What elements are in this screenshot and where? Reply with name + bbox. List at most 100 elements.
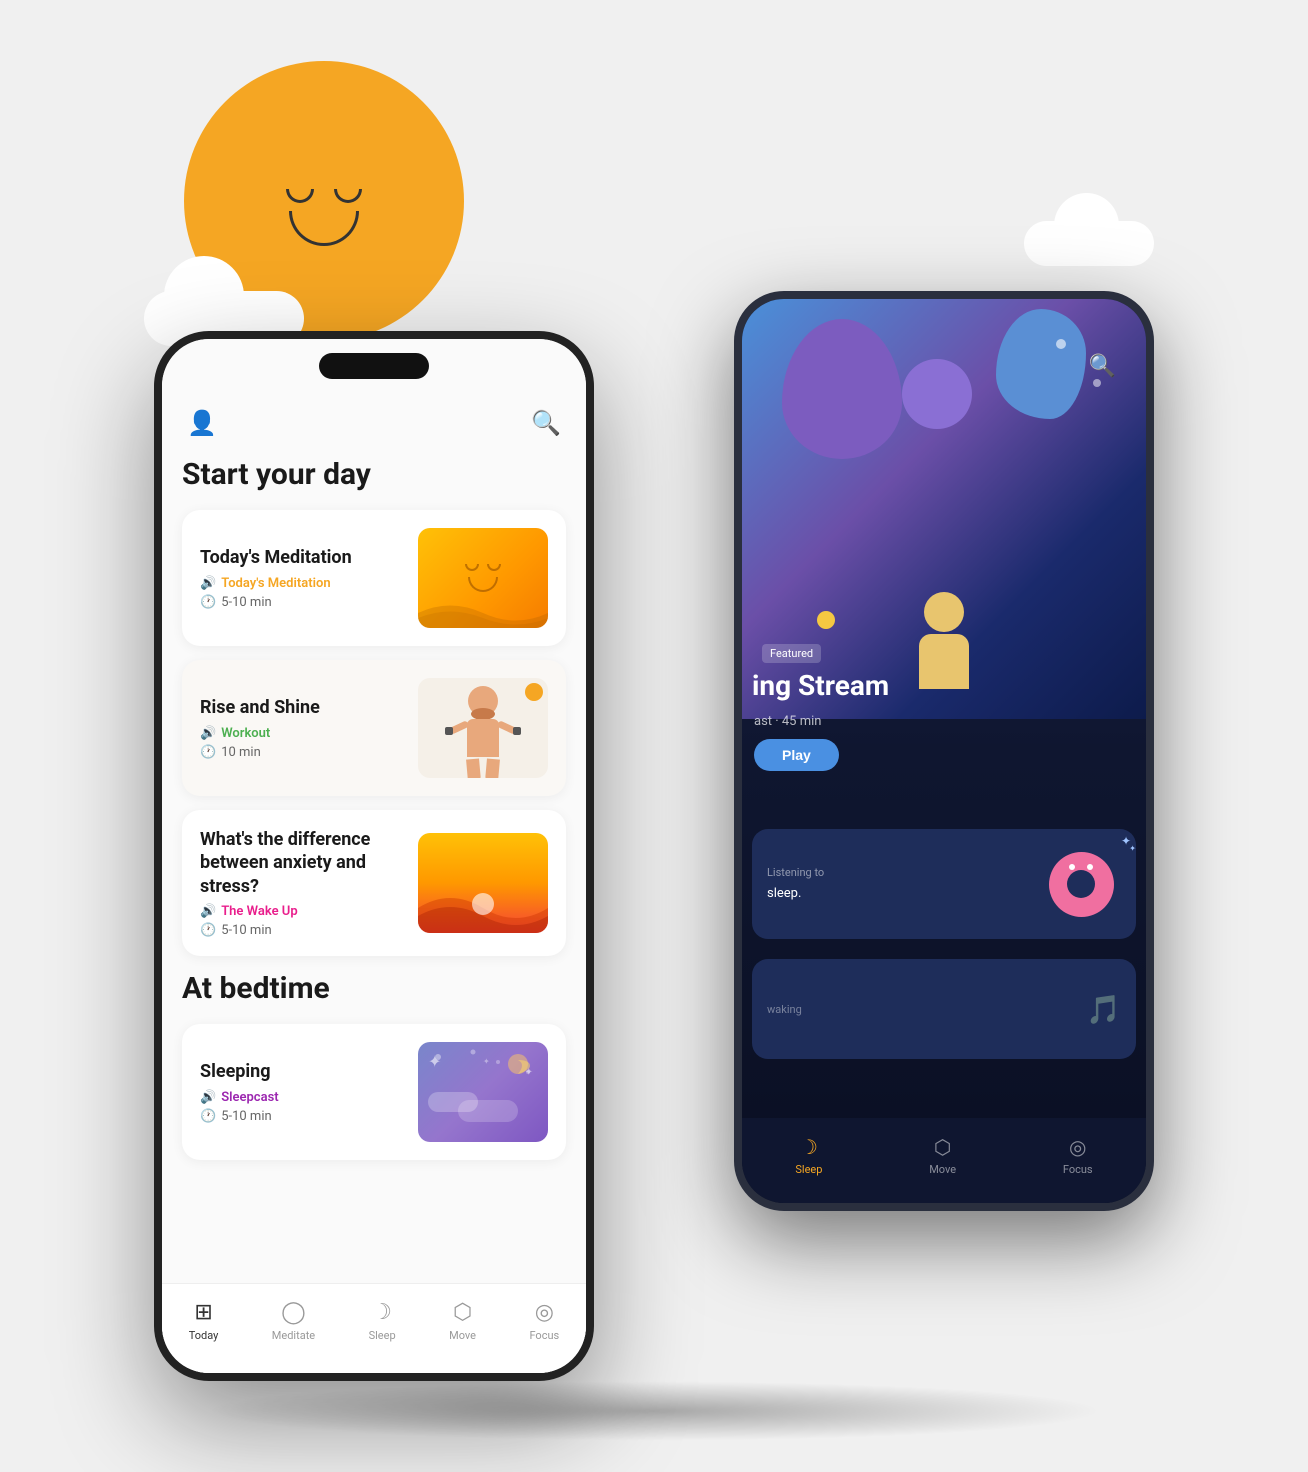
anxiety-dot <box>472 893 494 915</box>
sleeping-card[interactable]: Sleeping 🔊 Sleepcast 🕐 5-10 min <box>182 1024 566 1160</box>
meditation-card[interactable]: Today's Meditation 🔊 Today's Meditation … <box>182 510 566 646</box>
back-nav-move-label: Move <box>929 1163 956 1176</box>
blob1 <box>782 319 902 459</box>
front-nav-meditate[interactable]: ◯ Meditate <box>272 1300 315 1342</box>
rise-shine-card-image <box>418 678 548 778</box>
rise-shine-card[interactable]: Rise and Shine 🔊 Workout 🕐 10 min <box>182 660 566 796</box>
back-sleep-text: Listening to sleep. <box>752 853 1036 915</box>
back-nav-sleep[interactable]: ☽ Sleep <box>795 1135 822 1176</box>
front-nav-move-label: Move <box>449 1329 476 1342</box>
front-phone-content: 👤 🔍 Start your day Today's Meditation 🔊 <box>162 339 586 1373</box>
anxiety-card-image <box>418 833 548 933</box>
back-nav-sleep-label: Sleep <box>795 1163 822 1176</box>
back-bottom-nav: ☽ Sleep ⬡ Move ◎ Focus <box>742 1118 1146 1203</box>
meditation-card-text: Today's Meditation 🔊 Today's Meditation … <box>200 546 418 609</box>
back-music-label: waking <box>767 1003 1071 1016</box>
sleeping-card-text: Sleeping 🔊 Sleepcast 🕐 5-10 min <box>200 1060 418 1123</box>
sleeping-card-title: Sleeping <box>200 1060 403 1083</box>
blob3 <box>902 359 972 429</box>
front-nav-focus-label: Focus <box>529 1329 559 1342</box>
anxiety-category-label: The Wake Up <box>221 904 297 919</box>
at-bedtime-title: At bedtime <box>182 971 566 1006</box>
meditation-category-label: Today's Meditation <box>221 576 330 591</box>
front-nav-sleep-icon: ☽ <box>372 1300 392 1325</box>
clock-icon4: 🕐 <box>200 1109 216 1124</box>
med-smile <box>468 577 498 592</box>
anxiety-card-title: What's the difference between anxiety an… <box>200 828 403 898</box>
front-header: 👤 🔍 <box>162 399 586 442</box>
back-search-icon[interactable]: 🔍 <box>1089 354 1116 379</box>
scene: 🔍 Featured ing Stream ast · 45 min Play <box>104 61 1204 1411</box>
meditation-waves <box>418 593 548 628</box>
back-sleep-card[interactable]: Listening to sleep. ✦ ✦ <box>752 829 1136 939</box>
sun-eye-right <box>334 189 362 203</box>
donut-eyes <box>1069 864 1093 870</box>
front-nav-meditate-label: Meditate <box>272 1329 315 1342</box>
blob2 <box>996 309 1086 419</box>
back-white-dot1 <box>1056 339 1066 349</box>
back-hero-char <box>919 592 969 689</box>
clock-icon3: 🕐 <box>200 923 216 938</box>
search-icon[interactable]: 🔍 <box>531 409 561 437</box>
sleeping-card-category: 🔊 Sleepcast <box>200 1090 403 1105</box>
sleeping-category-label: Sleepcast <box>221 1090 278 1105</box>
phone-shadow <box>204 1381 1104 1441</box>
rise-legs <box>451 759 516 779</box>
music-notes-icon: 🎵 <box>1086 993 1121 1026</box>
volume-icon: 🔊 <box>200 576 216 591</box>
back-white-dot2 <box>1093 379 1101 387</box>
back-music-text: waking <box>752 991 1086 1028</box>
back-featured-label: Featured <box>762 644 821 663</box>
back-nav-move-icon: ⬡ <box>934 1135 951 1159</box>
front-phone-notch <box>319 353 429 379</box>
anxiety-img-bg <box>418 833 548 933</box>
sleeping-duration-text: 5-10 min <box>221 1109 271 1124</box>
rise-weight-right <box>513 727 521 735</box>
meditation-card-duration: 🕐 5-10 min <box>200 595 403 610</box>
clock-icon: 🕐 <box>200 595 216 610</box>
med-eye-right <box>487 564 501 571</box>
rise-body <box>467 719 499 757</box>
rise-shine-card-text: Rise and Shine 🔊 Workout 🕐 10 min <box>200 696 418 759</box>
sleeping-card-duration: 🕐 5-10 min <box>200 1109 403 1124</box>
donut-icon <box>1049 852 1114 917</box>
anxiety-card[interactable]: What's the difference between anxiety an… <box>182 810 566 956</box>
donut-eye-left <box>1069 864 1075 870</box>
phone-front: 👤 🔍 Start your day Today's Meditation 🔊 <box>154 331 594 1381</box>
front-nav-today[interactable]: ⊞ Today <box>189 1300 219 1342</box>
front-nav-today-icon: ⊞ <box>194 1300 212 1325</box>
front-nav-move[interactable]: ⬡ Move <box>449 1300 476 1342</box>
front-nav-meditate-icon: ◯ <box>281 1300 306 1325</box>
front-bottom-nav: ⊞ Today ◯ Meditate ☽ Sleep ⬡ Move <box>162 1283 586 1373</box>
anxiety-card-duration: 🕐 5-10 min <box>200 923 403 938</box>
front-scroll-area: Start your day Today's Meditation 🔊 Toda… <box>162 442 586 1286</box>
rise-weight-left <box>445 727 453 735</box>
back-sleep-main: sleep. <box>767 885 1021 903</box>
rise-orange-dot <box>525 683 543 701</box>
back-nav-focus-icon: ◎ <box>1069 1135 1086 1159</box>
back-nav-focus[interactable]: ◎ Focus <box>1063 1135 1093 1176</box>
rise-hair <box>471 708 495 720</box>
back-phone-content: 🔍 Featured ing Stream ast · 45 min Play <box>742 299 1146 1203</box>
rise-shine-card-duration: 🕐 10 min <box>200 745 403 760</box>
anxiety-card-category: 🔊 The Wake Up <box>200 904 403 919</box>
donut-eye-right <box>1087 864 1093 870</box>
anxiety-card-text: What's the difference between anxiety an… <box>200 828 418 938</box>
back-featured-label-text: Featured <box>770 647 813 660</box>
front-nav-move-icon: ⬡ <box>453 1300 472 1325</box>
rise-head <box>468 686 498 716</box>
volume-icon2: 🔊 <box>200 726 216 741</box>
rise-leg-left <box>466 758 481 778</box>
back-featured-title: ing Stream <box>752 669 889 702</box>
meditation-card-image <box>418 528 548 628</box>
sleeping-img-bg: ✦ ✦ ✦ <box>418 1042 548 1142</box>
back-music-card[interactable]: waking 🎵 <box>752 959 1136 1059</box>
meditation-card-title: Today's Meditation <box>200 546 403 569</box>
rise-shine-category-label: Workout <box>221 726 270 741</box>
front-nav-sleep-label: Sleep <box>369 1329 396 1342</box>
back-nav-move[interactable]: ⬡ Move <box>929 1135 956 1176</box>
front-nav-sleep[interactable]: ☽ Sleep <box>369 1300 396 1342</box>
back-play-button[interactable]: Play <box>754 739 839 771</box>
front-nav-focus[interactable]: ◎ Focus <box>529 1300 559 1342</box>
profile-icon[interactable]: 👤 <box>187 409 217 437</box>
